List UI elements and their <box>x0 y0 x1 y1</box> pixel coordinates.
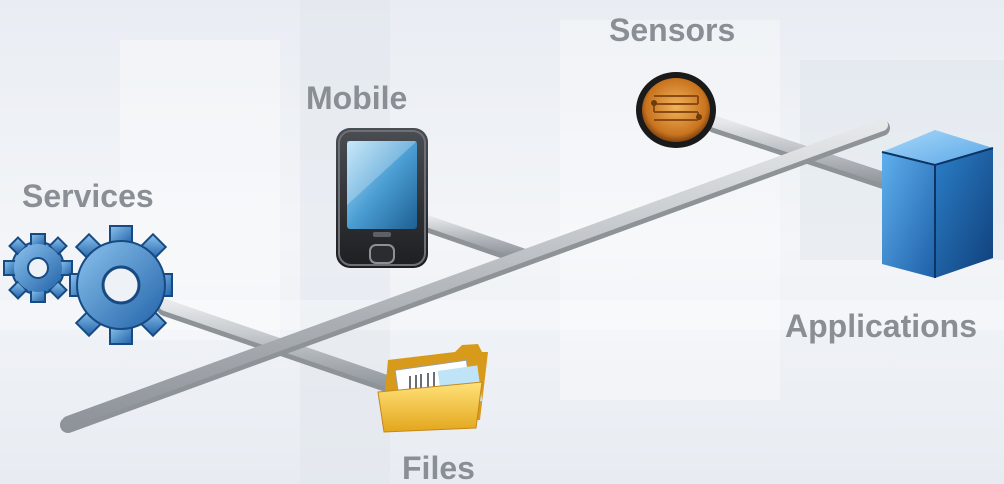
large-gear-icon <box>69 225 173 345</box>
folder-icon <box>377 344 488 433</box>
pipe-mobile <box>407 211 533 266</box>
label-applications: Applications <box>785 308 978 344</box>
label-services: Services <box>22 178 154 214</box>
gears-icon <box>3 225 173 345</box>
smartphone-icon <box>336 128 428 268</box>
label-files: Files <box>402 450 475 484</box>
diagram-canvas: Sensors Mobile Services Applications Fil… <box>0 0 1004 484</box>
label-mobile: Mobile <box>306 80 408 116</box>
connection-pipes <box>60 116 913 433</box>
light-sensor-icon <box>636 72 716 148</box>
label-sensors: Sensors <box>609 12 736 48</box>
small-gear-icon <box>3 233 73 303</box>
network-diagram <box>3 72 994 433</box>
cube-server-icon <box>881 130 994 278</box>
